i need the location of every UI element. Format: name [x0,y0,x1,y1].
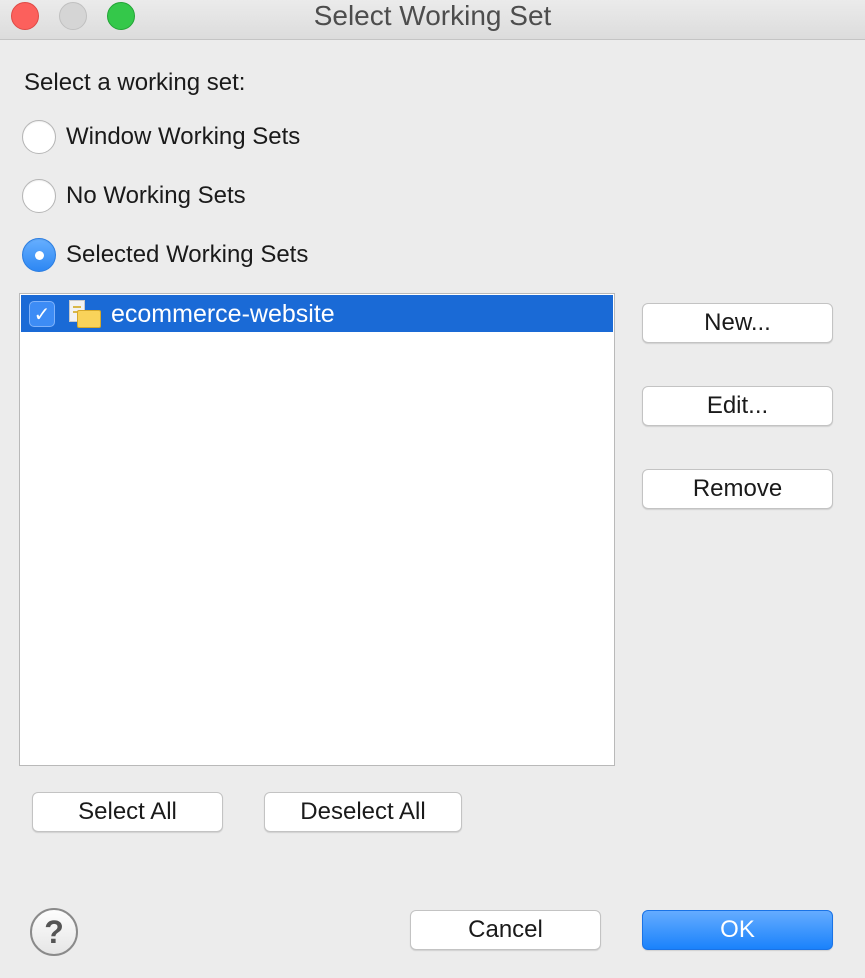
working-set-checkbox[interactable]: ✓ [29,300,55,327]
radio-button[interactable] [22,120,56,154]
deselect-all-button[interactable]: Deselect All [264,792,462,832]
radio-selected-working-sets[interactable]: Selected Working Sets [22,237,308,273]
edit-button[interactable]: Edit... [642,386,833,426]
select-all-button[interactable]: Select All [32,792,223,832]
title-bar: Select Working Set [0,0,865,40]
select-working-set-prompt: Select a working set: [24,69,246,96]
window-title: Select Working Set [313,0,552,31]
radio-label: No Working Sets [66,182,246,209]
radio-label: Selected Working Sets [66,241,309,268]
working-set-label: ecommerce-website [111,299,335,328]
remove-button[interactable]: Remove [642,469,833,509]
new-button[interactable]: New... [642,303,833,343]
radio-label: Window Working Sets [66,123,301,150]
cancel-button[interactable]: Cancel [410,910,601,950]
working-set-list[interactable]: ✓ ecommerce-website [19,293,615,766]
radio-button[interactable] [22,238,56,272]
ok-button[interactable]: OK [642,910,833,950]
list-item[interactable]: ✓ ecommerce-website [21,295,613,332]
working-set-icon [67,298,103,330]
help-button[interactable]: ? [30,908,78,956]
radio-window-working-sets[interactable]: Window Working Sets [22,119,300,155]
radio-no-working-sets[interactable]: No Working Sets [22,178,246,214]
radio-button[interactable] [22,179,56,213]
